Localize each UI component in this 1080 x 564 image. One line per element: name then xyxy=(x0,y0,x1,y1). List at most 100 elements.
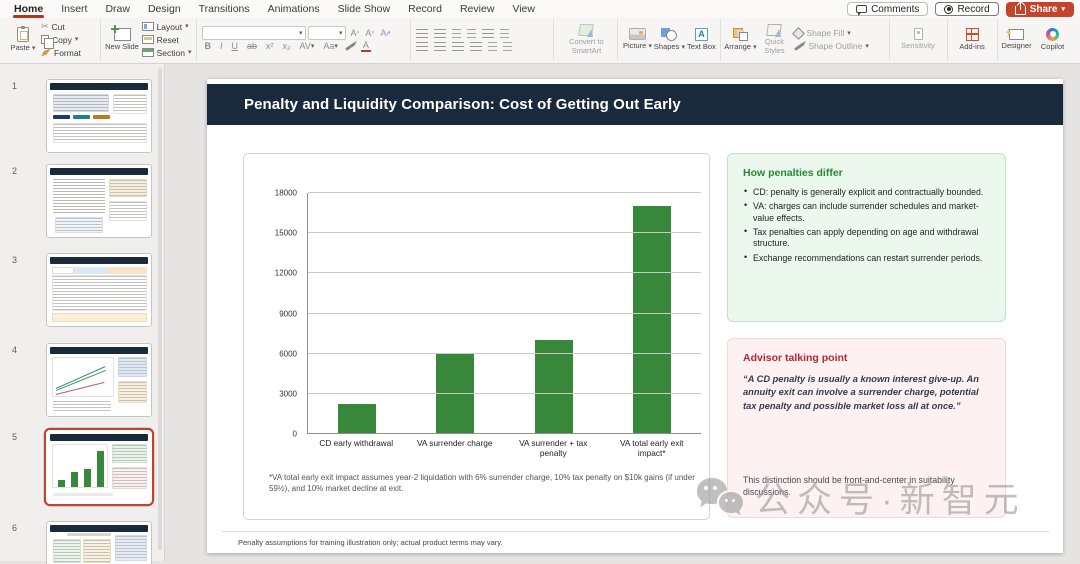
shape-outline-button[interactable]: Shape Outline ▾ xyxy=(792,40,870,52)
superscript-button[interactable]: x² xyxy=(264,41,276,51)
character-spacing-button[interactable]: AV▾ xyxy=(297,41,316,51)
align-center-icon[interactable] xyxy=(434,42,446,51)
justify-icon[interactable] xyxy=(470,42,482,51)
designer-button[interactable]: Designer xyxy=(1001,19,1033,60)
gridline xyxy=(308,232,701,233)
slide-thumbnail-4[interactable] xyxy=(46,343,152,417)
copy-icon xyxy=(41,35,49,44)
arrange-icon xyxy=(733,28,748,41)
font-color-button[interactable]: A xyxy=(361,40,371,52)
bold-button[interactable]: B xyxy=(202,41,213,51)
italic-button[interactable]: I xyxy=(218,41,225,51)
tab-view[interactable]: View xyxy=(504,2,543,17)
new-slide-button[interactable]: New Slide xyxy=(104,19,139,60)
y-tick-label: 6000 xyxy=(279,349,297,358)
picture-button[interactable]: Picture ▾ xyxy=(621,19,653,60)
quick-styles-icon xyxy=(767,24,783,36)
text-box-icon: A xyxy=(695,28,708,41)
share-button[interactable]: Share ▾ xyxy=(1006,2,1074,17)
tab-animations[interactable]: Animations xyxy=(260,2,328,17)
quick-styles-button[interactable]: Quick Styles xyxy=(758,19,790,60)
copilot-button[interactable]: Copilot xyxy=(1037,19,1069,60)
reset-button[interactable]: Reset xyxy=(140,34,194,46)
underline-button[interactable]: U xyxy=(229,41,240,51)
change-case-button[interactable]: Aa▾ xyxy=(321,41,340,51)
list-item: VA: charges can include surrender schedu… xyxy=(743,201,990,224)
tab-slide-show[interactable]: Slide Show xyxy=(330,2,399,17)
numbered-list-icon[interactable] xyxy=(434,29,446,38)
thumbnail-scrollbar[interactable] xyxy=(158,68,162,550)
tab-insert[interactable]: Insert xyxy=(53,2,95,17)
text-highlight-icon[interactable] xyxy=(345,42,356,51)
gridline xyxy=(308,393,701,394)
slide-5-editing-surface[interactable]: Penalty and Liquidity Comparison: Cost o… xyxy=(207,79,1063,553)
tab-transitions[interactable]: Transitions xyxy=(191,2,258,17)
slide-number: 6 xyxy=(12,523,26,533)
list-item: CD: penalty is generally explicit and co… xyxy=(743,187,990,199)
chevron-down-icon: ▾ xyxy=(1061,6,1065,13)
line-spacing-icon[interactable] xyxy=(482,29,494,38)
font-size-select[interactable]: ▾ xyxy=(308,26,346,40)
ribbon-toolbar: Paste ▾ ✂Cut Copy ▾ Format New Slide Lay… xyxy=(0,17,1080,63)
bullet-list-icon[interactable] xyxy=(416,29,428,38)
gridline xyxy=(308,313,701,314)
slide-thumbnail-1[interactable] xyxy=(46,79,152,153)
slide-thumbnail-2[interactable] xyxy=(46,164,152,238)
penalties-differ-box[interactable]: How penalties differ CD: penalty is gene… xyxy=(727,153,1006,322)
slide-thumbnail-6[interactable] xyxy=(46,521,152,564)
clear-formatting-button[interactable]: A𝓅 xyxy=(378,28,392,38)
chart-plot-area xyxy=(307,193,701,434)
subscript-button[interactable]: x₂ xyxy=(280,41,292,51)
increase-indent-icon[interactable] xyxy=(467,29,476,38)
layout-icon xyxy=(142,22,154,31)
align-text-vertical-icon[interactable] xyxy=(503,42,512,51)
text-box-button[interactable]: A Text Box xyxy=(685,19,717,60)
arrange-button[interactable]: Arrange ▾ xyxy=(724,19,756,60)
slide-number: 4 xyxy=(12,345,26,355)
y-tick-label: 3000 xyxy=(279,389,297,398)
layout-button[interactable]: Layout ▾ xyxy=(140,21,194,33)
decrease-font-button[interactable]: A˅ xyxy=(363,28,376,38)
chart-footnote: *VA total early exit impact assumes year… xyxy=(269,472,697,494)
tab-draw[interactable]: Draw xyxy=(97,2,138,17)
cut-button[interactable]: ✂Cut xyxy=(39,21,83,33)
columns-icon[interactable] xyxy=(500,29,509,38)
align-right-icon[interactable] xyxy=(452,42,464,51)
shapes-button[interactable]: Shapes ▾ xyxy=(653,19,685,60)
comments-button[interactable]: Comments xyxy=(847,2,928,16)
slide-thumbnail-3[interactable] xyxy=(46,253,152,327)
add-ins-icon xyxy=(966,28,979,41)
font-name-select[interactable]: ▾ xyxy=(202,26,306,40)
record-button[interactable]: Record xyxy=(935,2,998,16)
x-axis-baseline xyxy=(308,433,701,434)
copy-button[interactable]: Copy ▾ xyxy=(39,34,83,46)
strikethrough-button[interactable]: ab xyxy=(245,41,259,51)
slide-number: 3 xyxy=(12,255,26,265)
gridline xyxy=(308,192,701,193)
tab-design[interactable]: Design xyxy=(140,2,189,17)
y-axis-labels: 0300060009000120001500018000 xyxy=(244,193,302,434)
tab-review[interactable]: Review xyxy=(452,2,502,17)
text-direction-icon[interactable] xyxy=(488,42,497,51)
advisor-talking-point-box[interactable]: Advisor talking point “A CD penalty is u… xyxy=(727,338,1006,518)
slide-title-bar[interactable]: Penalty and Liquidity Comparison: Cost o… xyxy=(207,84,1063,125)
section-button[interactable]: Section ▾ xyxy=(140,47,194,59)
sensitivity-button[interactable]: Sensitivity xyxy=(893,19,944,60)
convert-to-smartart-button[interactable]: Convert to SmartArt xyxy=(557,19,615,60)
add-ins-button[interactable]: Add-ins xyxy=(951,19,994,60)
shape-fill-button[interactable]: Shape Fill ▾ xyxy=(792,27,870,39)
gridline xyxy=(308,272,701,273)
tab-record[interactable]: Record xyxy=(400,2,450,17)
bar-chart[interactable]: 0300060009000120001500018000 CD early wi… xyxy=(243,153,710,520)
copilot-icon xyxy=(1046,28,1059,41)
slide-footer-disclaimer: Penalty assumptions for training illustr… xyxy=(238,538,503,547)
slide-thumbnail-5-selected[interactable] xyxy=(46,430,152,504)
paste-button[interactable]: Paste ▾ xyxy=(7,19,39,60)
smartart-icon xyxy=(579,24,595,36)
decrease-indent-icon[interactable] xyxy=(452,29,461,38)
align-left-icon[interactable] xyxy=(416,42,428,51)
ribbon-tab-row: HomeInsertDrawDesignTransitionsAnimation… xyxy=(0,0,1080,17)
increase-font-button[interactable]: A˄ xyxy=(348,28,361,38)
format-painter-icon xyxy=(41,49,51,57)
tab-home[interactable]: Home xyxy=(6,2,51,17)
